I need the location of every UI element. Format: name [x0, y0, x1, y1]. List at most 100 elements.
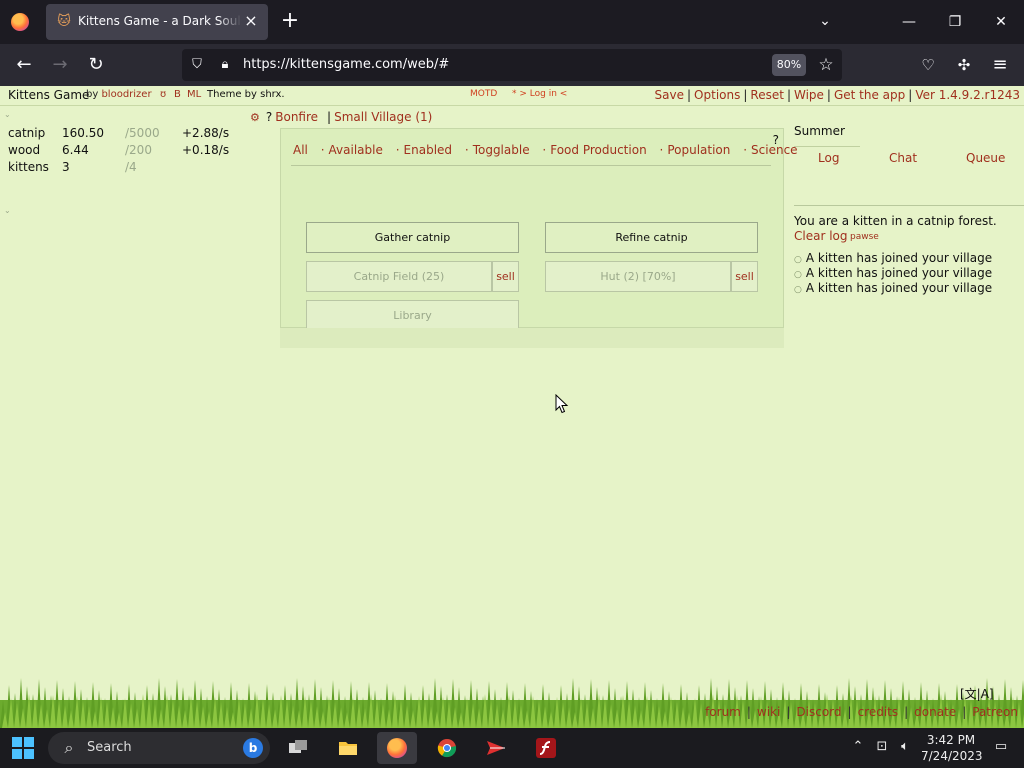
filter-science[interactable]: Science	[751, 143, 798, 157]
notification-icon[interactable]: ▭	[992, 738, 1010, 756]
log-entry: ○ A kitten has joined your village	[794, 281, 992, 296]
building-filters: All · Available · Enabled · Togglable · Food…	[293, 143, 798, 157]
mouse-cursor-icon	[555, 394, 569, 414]
language-toggle[interactable]: [文|A]	[960, 685, 994, 702]
log-entry-text: A kitten has joined your village	[805, 251, 993, 265]
version-link[interactable]: Ver 1.4.9.2.r1243	[915, 88, 1020, 102]
search-icon: ⌕	[64, 738, 74, 757]
app-taskbar-button[interactable]	[476, 732, 516, 764]
chrome-taskbar-button[interactable]	[427, 732, 467, 764]
taskbar-clock[interactable]: 3:42 PM 7/24/2023	[921, 732, 983, 764]
motd-link[interactable]: MOTD	[470, 89, 497, 99]
mini-link-b[interactable]: B	[174, 89, 181, 100]
discord-link[interactable]: Discord	[796, 705, 841, 719]
catnip-field-button[interactable]: Catnip Field (25)	[306, 261, 492, 292]
resource-max: /200	[125, 143, 152, 157]
help-link[interactable]: ?	[266, 110, 272, 124]
hamburger-menu-icon[interactable]: ≡	[988, 53, 1012, 77]
pocket-icon[interactable]: ♡	[916, 53, 940, 77]
pawse-link[interactable]: pawse	[850, 232, 879, 242]
sell-hut-button[interactable]: sell	[731, 261, 758, 292]
url-text[interactable]: https://kittensgame.com/web/#	[243, 57, 449, 72]
flash-taskbar-button[interactable]	[526, 732, 566, 764]
refine-catnip-button[interactable]: Refine catnip	[545, 222, 758, 253]
reload-icon[interactable]: ↻	[84, 53, 108, 77]
theme-credit: Theme by shrx.	[207, 89, 285, 100]
sell-catnip-field-button[interactable]: sell	[492, 261, 519, 292]
tab-bonfire[interactable]: Bonfire	[275, 110, 318, 124]
mini-link-a[interactable]: ʊ	[160, 89, 166, 100]
network-icon[interactable]: ⊡	[873, 738, 891, 756]
filter-all[interactable]: All	[293, 143, 308, 157]
filter-togglable[interactable]: Togglable	[473, 143, 530, 157]
library-button[interactable]: Library	[306, 300, 519, 331]
resource-amount: 3	[62, 160, 70, 174]
flash-icon	[536, 738, 556, 758]
tracking-shield-icon[interactable]: ⛉	[188, 56, 206, 74]
patreon-link[interactable]: Patreon	[972, 705, 1018, 719]
lock-icon[interactable]: 🔒︎	[216, 56, 234, 74]
tab-chat[interactable]: Chat	[889, 151, 917, 165]
chevron-up-icon[interactable]: ⌃	[849, 738, 867, 756]
close-window-button[interactable]: ✕	[989, 10, 1013, 34]
tab-small-village[interactable]: Small Village (1)	[334, 110, 432, 124]
hut-button[interactable]: Hut (2) [70%]	[545, 261, 731, 292]
tab-close-icon[interactable]: ×	[242, 12, 260, 30]
minimize-window-button[interactable]: —	[897, 10, 921, 34]
bookmark-star-icon[interactable]: ☆	[816, 55, 836, 75]
collapse-chevron-icon[interactable]: ⌄	[4, 206, 11, 215]
restore-window-button[interactable]: ❐	[943, 10, 967, 34]
extensions-icon[interactable]: ✣	[952, 53, 976, 77]
wipe-link[interactable]: Wipe	[794, 88, 824, 102]
tab-log[interactable]: Log	[818, 151, 839, 165]
log-entry-text: A kitten has joined your village	[805, 266, 993, 280]
file-explorer-button[interactable]	[328, 732, 368, 764]
forward-arrow-icon[interactable]: →	[48, 53, 72, 77]
donate-link[interactable]: donate	[914, 705, 956, 719]
taskbar-search-box[interactable]: ⌕ Search b	[48, 732, 270, 764]
save-link[interactable]: Save	[655, 88, 684, 102]
collapse-chevron-icon[interactable]: ⌄	[4, 110, 11, 119]
author-link[interactable]: bloodrizer	[101, 89, 151, 100]
windows-taskbar: ⌕ Search b ⌃ ⊡ 🔈︎ 3:42 PM 7/24/2023 ▭	[0, 728, 1024, 768]
get-app-link[interactable]: Get the app	[834, 88, 905, 102]
task-view-button[interactable]	[278, 732, 318, 764]
login-link[interactable]: * > Log in <	[512, 89, 567, 99]
back-arrow-icon[interactable]: ←	[12, 53, 36, 77]
bing-icon[interactable]: b	[243, 738, 263, 758]
forum-link[interactable]: forum	[705, 705, 741, 719]
bullet-icon: ○	[794, 285, 802, 295]
byline: by bloodrizer	[86, 89, 152, 100]
gather-catnip-button[interactable]: Gather catnip	[306, 222, 519, 253]
url-bar[interactable]: ⛉ 🔒︎ https://kittensgame.com/web/# 80% ☆	[182, 49, 842, 81]
clock-time: 3:42 PM	[926, 733, 976, 747]
volume-icon[interactable]: 🔈︎	[896, 738, 914, 756]
filter-available[interactable]: Available	[329, 143, 383, 157]
filter-population[interactable]: Population	[667, 143, 730, 157]
filter-food-production[interactable]: Food Production	[550, 143, 646, 157]
panel-footer	[280, 328, 784, 348]
game-top-bar: Kittens Game by bloodrizer ʊ B ML Theme …	[0, 86, 1024, 106]
clear-log-link[interactable]: Clear log	[794, 229, 848, 243]
divider	[794, 205, 1024, 206]
zoom-level-badge[interactable]: 80%	[772, 54, 806, 76]
mini-link-ml[interactable]: ML	[187, 89, 201, 100]
game-page: Kittens Game by bloodrizer ʊ B ML Theme …	[0, 86, 1024, 728]
windows-start-icon[interactable]	[12, 737, 34, 759]
chevron-down-icon[interactable]: ⌄	[816, 12, 834, 30]
wiki-link[interactable]: wiki	[757, 705, 780, 719]
new-tab-button[interactable]: +	[279, 10, 301, 32]
reset-link[interactable]: Reset	[750, 88, 784, 102]
chrome-icon	[437, 739, 457, 758]
log-entry-text: A kitten has joined your village	[805, 281, 993, 295]
filter-enabled[interactable]: Enabled	[404, 143, 453, 157]
resource-row: catnip 160.50 /5000 +2.88/s	[8, 126, 238, 143]
browser-tab[interactable]: 🐱 Kittens Game - a Dark Souls of increme…	[46, 4, 268, 40]
credits-link[interactable]: credits	[858, 705, 899, 719]
tab-queue[interactable]: Queue	[966, 151, 1005, 165]
firefox-taskbar-button[interactable]	[377, 732, 417, 764]
firefox-icon[interactable]	[11, 13, 29, 31]
options-link[interactable]: Options	[694, 88, 740, 102]
divider	[291, 165, 771, 166]
gear-icon[interactable]: ⚙	[250, 111, 260, 124]
